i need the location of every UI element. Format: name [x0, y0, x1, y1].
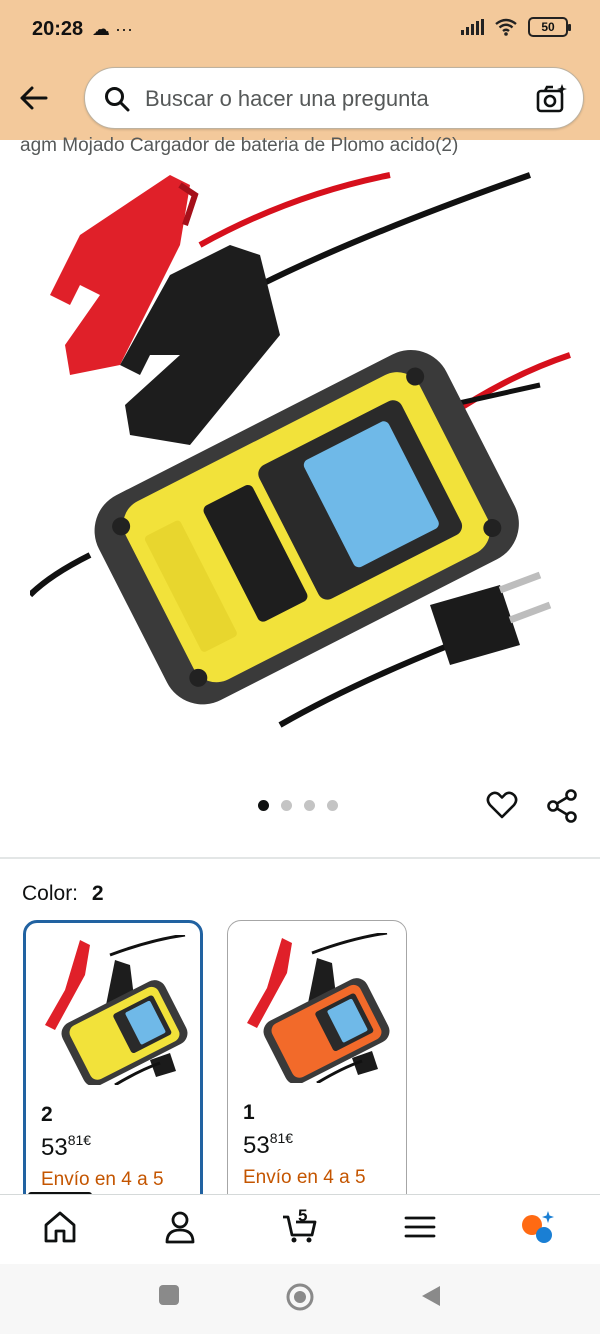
ai-assistant-icon[interactable]	[520, 1209, 556, 1245]
price-whole: 53	[243, 1132, 270, 1159]
variant-thumbnail	[247, 933, 390, 1083]
section-divider	[0, 857, 600, 859]
image-dot-3[interactable]	[304, 800, 315, 811]
status-notification-icons: ☁ ···	[92, 19, 133, 39]
image-dot-2[interactable]	[281, 800, 292, 811]
home-icon[interactable]	[42, 1209, 78, 1245]
wifi-icon	[495, 18, 517, 36]
product-image[interactable]	[30, 165, 575, 745]
price-currency: €	[83, 1132, 92, 1148]
search-header: Buscar o hacer una pregunta	[0, 58, 600, 140]
heart-icon[interactable]	[486, 789, 518, 821]
account-icon[interactable]	[162, 1209, 198, 1245]
variant-name: 1	[243, 1101, 255, 1124]
variant-price: 5381€	[243, 1130, 293, 1160]
system-nav-bar	[0, 1264, 600, 1334]
product-title: agm Mojado Cargador de bateria de Plomo …	[20, 135, 459, 156]
price-whole: 53	[41, 1134, 68, 1161]
variant-color-row: Color: 2	[22, 882, 104, 906]
share-icon[interactable]	[546, 789, 578, 823]
variant-selected: 2	[91, 882, 104, 905]
search-input[interactable]: Buscar o hacer una pregunta	[145, 86, 429, 112]
image-pagination[interactable]	[258, 800, 338, 811]
price-currency: €	[285, 1130, 294, 1146]
variant-shipping: Envío en 4 a 5	[41, 1169, 164, 1190]
status-right-group: 50	[461, 17, 571, 37]
status-time: 20:28	[32, 18, 84, 40]
image-dot-1[interactable]	[258, 800, 269, 811]
price-fraction: 81	[269, 1130, 286, 1146]
variant-price: 5381€	[41, 1132, 91, 1162]
recent-apps-icon[interactable]	[158, 1284, 180, 1306]
menu-icon[interactable]	[402, 1209, 438, 1245]
variant-name: 2	[41, 1103, 53, 1126]
home-button-icon[interactable]	[285, 1282, 315, 1312]
search-bar[interactable]: Buscar o hacer una pregunta	[84, 67, 584, 129]
variant-option-1[interactable]: 1 5381€ Envío en 4 a 5	[227, 920, 407, 1210]
variant-shipping: Envío en 4 a 5	[243, 1167, 366, 1188]
variant-option-2[interactable]: 2 5381€ Envío en 4 a 5	[23, 920, 203, 1210]
status-bar: 20:28 ☁ ··· 50	[0, 0, 600, 58]
variant-thumbnail	[45, 935, 188, 1085]
battery-indicator: 50	[528, 17, 571, 37]
price-fraction: 81	[67, 1132, 84, 1148]
bottom-nav	[0, 1194, 600, 1264]
search-icon	[105, 87, 130, 112]
cart-count-badge: 5	[298, 1206, 308, 1225]
back-button-icon[interactable]	[420, 1284, 442, 1308]
signal-icon	[461, 19, 484, 35]
variant-label: Color:	[22, 882, 79, 905]
back-arrow-icon[interactable]	[16, 80, 52, 116]
image-dot-4[interactable]	[327, 800, 338, 811]
camera-icon[interactable]	[535, 82, 569, 116]
